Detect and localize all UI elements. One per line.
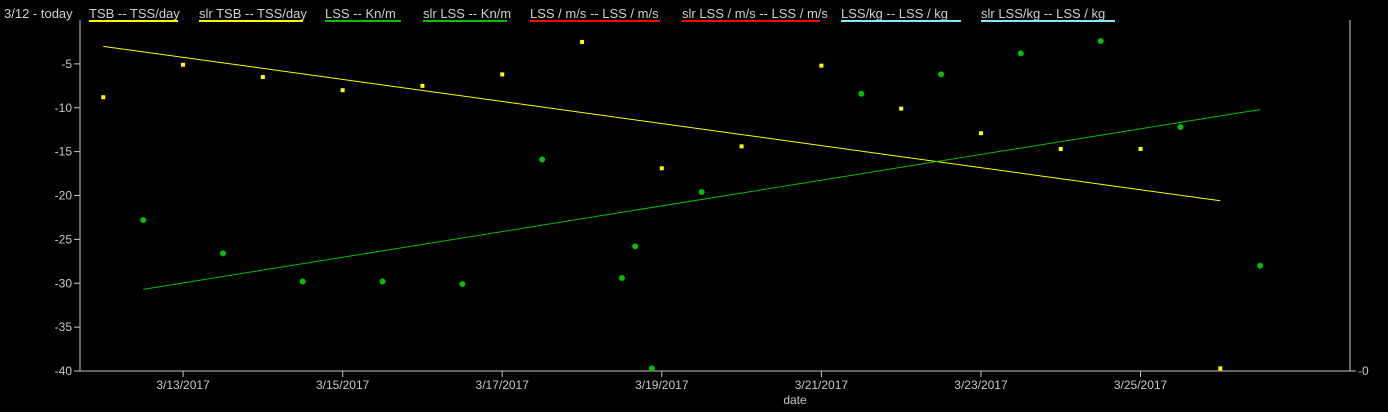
x-tick-label: 3/17/2017 [476, 378, 530, 392]
data-point-lss [1017, 50, 1024, 57]
data-point-lss [459, 281, 466, 288]
data-point-lss [698, 188, 705, 195]
data-point-tsb [1138, 146, 1143, 151]
data-point-lss [299, 278, 306, 285]
data-point-lss [1257, 262, 1264, 269]
data-point-lss [1097, 38, 1104, 45]
data-point-tsb [101, 95, 106, 100]
data-point-tsb [659, 166, 664, 171]
y-tick-label: -30 [55, 276, 73, 290]
y-tick-label: -10 [55, 101, 73, 115]
data-point-tsb [340, 88, 345, 93]
y-tick-label: -25 [55, 232, 73, 246]
y-tick-label: -5 [61, 57, 72, 71]
data-point-lss [938, 71, 945, 78]
x-tick-label: 3/23/2017 [954, 378, 1008, 392]
data-point-tsb [978, 131, 983, 136]
data-point-lss [632, 243, 639, 250]
data-point-tsb [1218, 366, 1223, 371]
data-point-tsb [500, 72, 505, 77]
y-tick-label: -15 [55, 145, 73, 159]
data-point-tsb [739, 144, 744, 149]
regression-line [143, 109, 1261, 290]
x-tick-label: 3/21/2017 [795, 378, 849, 392]
data-point-lss [618, 274, 625, 281]
data-point-lss [219, 250, 226, 257]
x-tick-label: 3/25/2017 [1114, 378, 1168, 392]
y-tick-label: -35 [55, 320, 73, 334]
data-point-tsb [260, 75, 265, 80]
data-point-tsb [181, 62, 186, 67]
x-tick-label: 3/19/2017 [635, 378, 689, 392]
data-point-lss [379, 278, 386, 285]
chart-plot-area: -5 -10 -15 -20 -25 -30 -35 -40 -0 3/13/2017 3/15/2… [55, 20, 1369, 407]
y-tick-label: -40 [55, 364, 73, 378]
data-point-tsb [819, 63, 824, 68]
x-tick-label: 3/15/2017 [316, 378, 370, 392]
x-tick-label: 3/13/2017 [156, 378, 210, 392]
data-point-tsb [580, 39, 585, 44]
data-point-lss [539, 156, 546, 163]
data-point-tsb [1058, 146, 1063, 151]
data-point-tsb [420, 83, 425, 88]
regression-line [103, 45, 1221, 202]
x-axis-label: date [783, 393, 807, 407]
data-point-lss [140, 217, 147, 224]
right-axis-tick-label: -0 [1358, 364, 1369, 378]
data-point-lss [858, 90, 865, 97]
y-tick-label: -20 [55, 189, 73, 203]
data-point-lss [1177, 124, 1184, 131]
data-point-tsb [899, 106, 904, 111]
data-point-lss [648, 365, 655, 372]
